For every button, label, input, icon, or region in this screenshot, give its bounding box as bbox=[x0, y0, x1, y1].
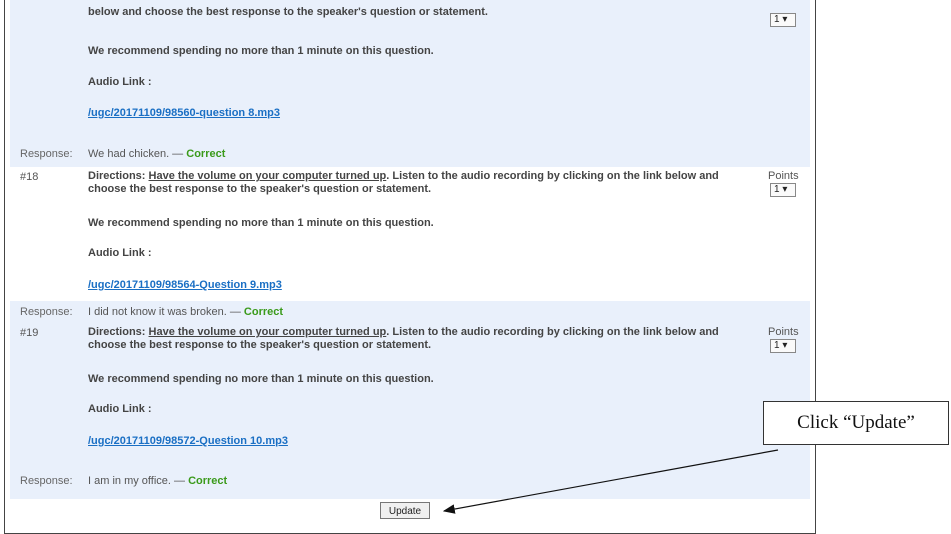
response-label: Response: bbox=[20, 475, 73, 487]
audio-link[interactable]: /ugc/20171109/98560-question 8.mp3 bbox=[88, 107, 280, 119]
response-row-17: Response: We had chicken. — Correct bbox=[10, 143, 810, 167]
directions-text: Directions: Have the volume on your comp… bbox=[88, 170, 719, 195]
points-label: Points bbox=[768, 170, 799, 182]
response-value: I did not know it was broken. — Correct bbox=[88, 306, 283, 318]
audio-link-label: Audio Link : bbox=[88, 76, 152, 88]
recommend-text: We recommend spending no more than 1 min… bbox=[88, 45, 434, 57]
directions-text: below and choose the best response to th… bbox=[88, 6, 488, 18]
response-status: Correct bbox=[186, 148, 226, 160]
response-label: Response: bbox=[20, 148, 73, 160]
question-block-18: #18 Directions: Have the volume on your … bbox=[10, 167, 810, 301]
points-label: Points bbox=[768, 326, 799, 338]
points-select[interactable]: 1 ▾ bbox=[770, 13, 796, 27]
response-text: I did not know it was broken. — bbox=[88, 306, 241, 318]
audio-link[interactable]: /ugc/20171109/98572-Question 10.mp3 bbox=[88, 435, 288, 447]
question-number: #19 bbox=[20, 327, 39, 339]
points-select[interactable]: 1 ▾ bbox=[770, 183, 796, 197]
update-button[interactable]: Update bbox=[380, 502, 430, 519]
question-block-19: #19 Directions: Have the volume on your … bbox=[10, 323, 810, 457]
response-row-19: Response: I am in my office. — Correct bbox=[10, 457, 810, 499]
quiz-frame: below and choose the best response to th… bbox=[4, 0, 816, 534]
recommend-text: We recommend spending no more than 1 min… bbox=[88, 217, 434, 229]
audio-link-label: Audio Link : bbox=[88, 403, 152, 415]
recommend-text: We recommend spending no more than 1 min… bbox=[88, 373, 434, 385]
question-number: #18 bbox=[20, 171, 39, 183]
audio-link-label: Audio Link : bbox=[88, 247, 152, 259]
audio-link[interactable]: /ugc/20171109/98564-Question 9.mp3 bbox=[88, 279, 282, 291]
directions-text: Directions: Have the volume on your comp… bbox=[88, 326, 719, 351]
points-select[interactable]: 1 ▾ bbox=[770, 339, 796, 353]
question-block-17: below and choose the best response to th… bbox=[10, 0, 810, 143]
response-status: Correct bbox=[243, 306, 284, 318]
response-text: We had chicken. — bbox=[88, 148, 184, 160]
response-status: Correct bbox=[188, 475, 228, 487]
response-value: I am in my office. — Correct bbox=[88, 475, 227, 487]
response-label: Response: bbox=[20, 306, 73, 318]
response-value: We had chicken. — Correct bbox=[88, 148, 225, 160]
update-callout: Click “Update” bbox=[763, 401, 949, 445]
response-row-18: Response: I did not know it was broken. … bbox=[10, 301, 810, 323]
volume-instruction: Have the volume on your computer turned … bbox=[148, 326, 387, 338]
response-text: I am in my office. — bbox=[88, 475, 185, 487]
volume-instruction: Have the volume on your computer turned … bbox=[148, 170, 387, 182]
